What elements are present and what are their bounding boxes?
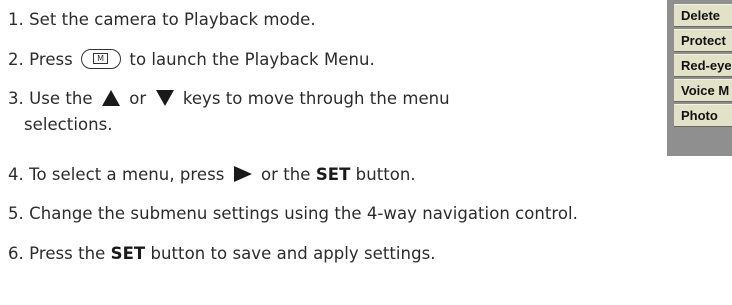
step-2-text-start: 2. Press (8, 50, 73, 69)
step-4-text-start: 4. To select a menu, press (8, 165, 225, 184)
step-5-text: 5. Change the submenu settings using the… (8, 204, 578, 223)
menu-item-protect: Protect (674, 29, 732, 52)
menu-item-photo: Photo (674, 104, 732, 127)
m-button-label: M (93, 52, 109, 64)
step-2-text-end: to launch the Playback Menu. (129, 50, 375, 69)
menu-item-delete: Delete (674, 4, 732, 27)
step-3-text-end: keys to move through the menu (182, 89, 450, 108)
step-6: 6. Press the SET button to save and appl… (8, 242, 436, 266)
step-6-text-end: button to save and apply settings. (150, 244, 436, 263)
menu-item-voice-memo: Voice M (674, 79, 732, 102)
playback-menu-screen: Delete Protect Red-eye Voice M Photo (667, 0, 732, 156)
step-3: 3. Use the or keys to move through the m… (8, 87, 450, 111)
step-4-set-label: SET (315, 165, 351, 184)
step-3-text-start: 3. Use the (8, 89, 93, 108)
step-6-text-start: 6. Press the (8, 244, 106, 263)
step-3-text-mid: or (129, 89, 147, 108)
step-5: 5. Change the submenu settings using the… (8, 202, 578, 226)
triangle-down-icon (155, 89, 174, 106)
step-3-text-cont: selections. (24, 115, 113, 134)
step-2: 2. Press M to launch the Playback Menu. (8, 48, 375, 72)
menu-item-red-eye: Red-eye (674, 54, 732, 77)
m-button-icon: M (81, 48, 122, 69)
triangle-right-icon (233, 165, 252, 182)
step-4-text-mid: or the (261, 165, 311, 184)
step-6-set-label: SET (110, 244, 146, 263)
step-4: 4. To select a menu, press or the SET bu… (8, 163, 416, 187)
step-3-continuation: selections. (24, 113, 113, 137)
step-1: 1. Set the camera to Playback mode. (8, 8, 316, 32)
triangle-up-icon (101, 89, 120, 106)
step-1-text: 1. Set the camera to Playback mode. (8, 10, 316, 29)
step-4-text-end: button. (355, 165, 416, 184)
